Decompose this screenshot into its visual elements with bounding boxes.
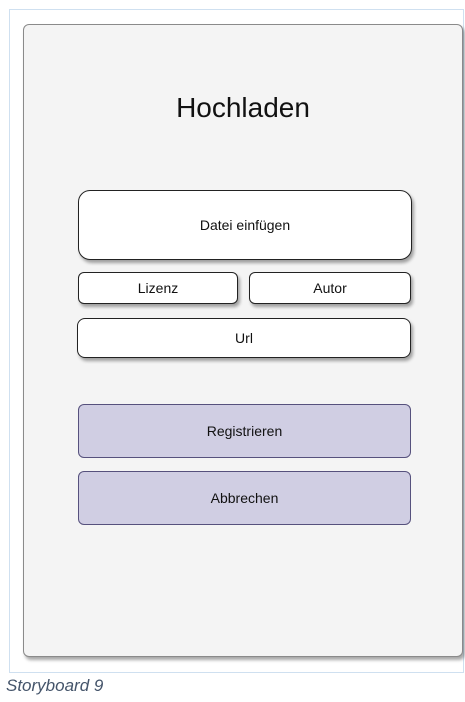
insert-file-button[interactable]: Datei einfügen <box>78 190 412 260</box>
storyboard-caption: Storyboard 9 <box>6 676 104 695</box>
cancel-button[interactable]: Abbrechen <box>78 471 411 525</box>
license-button[interactable]: Lizenz <box>78 272 238 304</box>
register-button[interactable]: Registrieren <box>78 404 411 458</box>
author-button[interactable]: Autor <box>249 272 411 304</box>
url-button[interactable]: Url <box>77 318 411 358</box>
page-title: Hochladen <box>176 92 310 123</box>
